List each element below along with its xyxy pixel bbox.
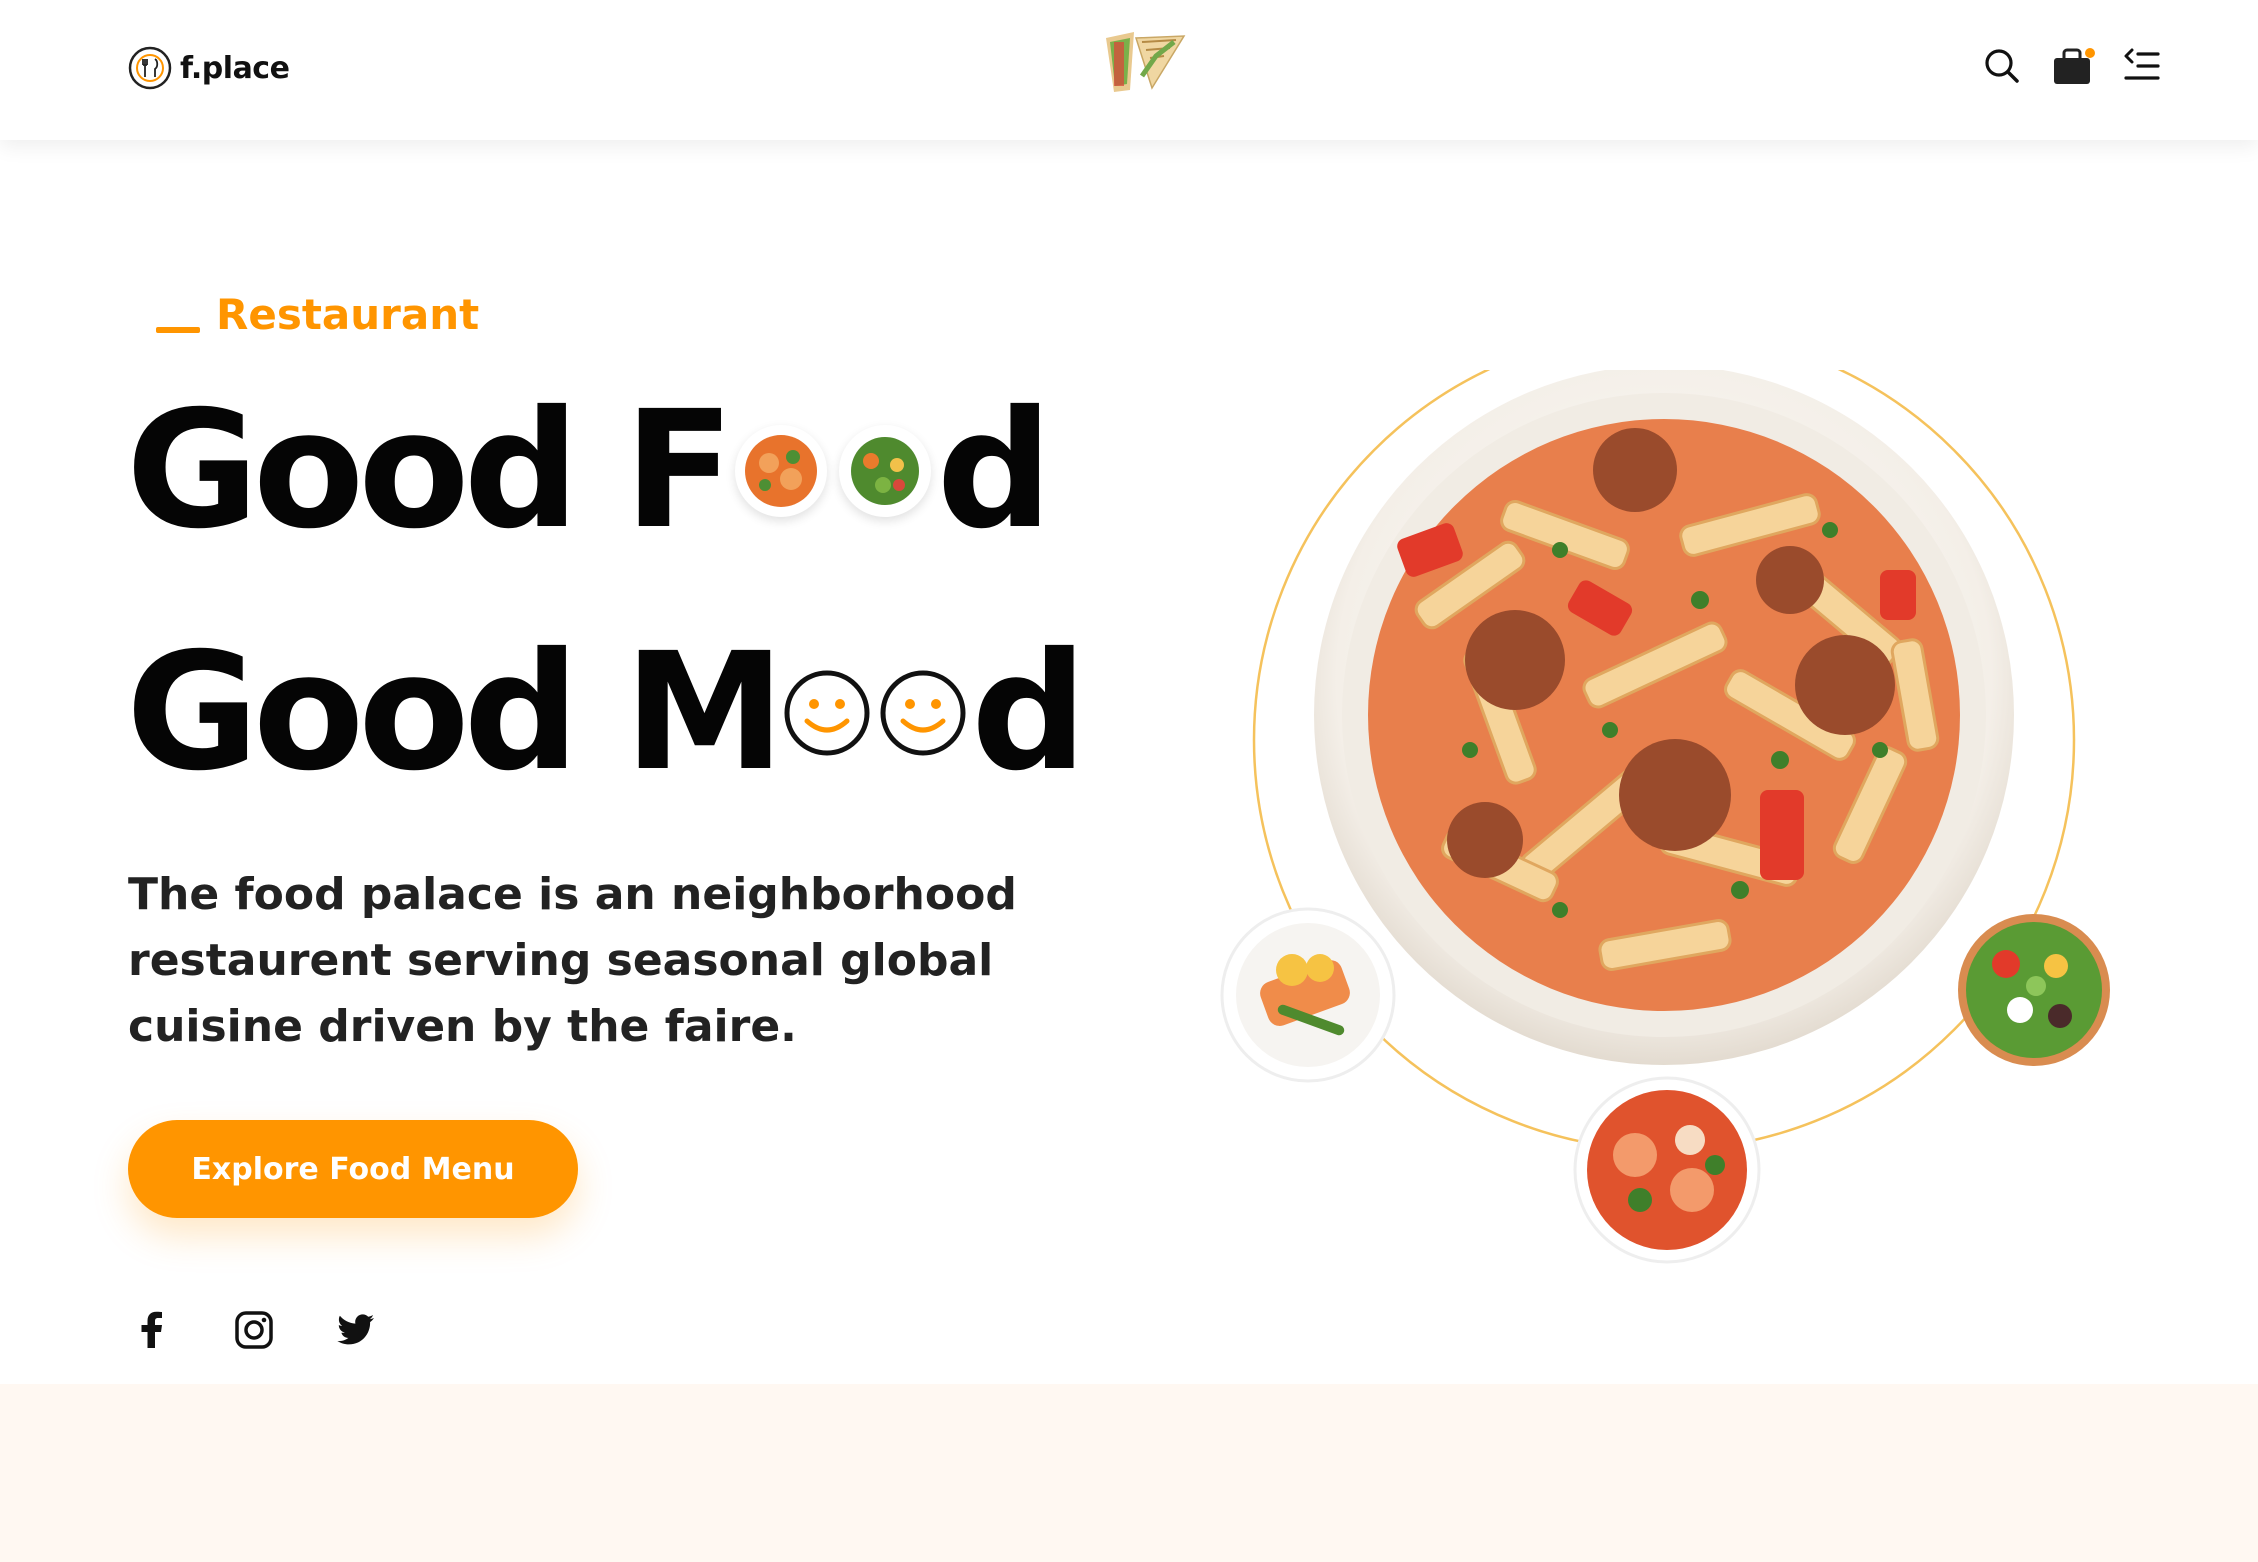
- instagram-icon[interactable]: [232, 1308, 276, 1352]
- smiley-face-icon: [880, 670, 966, 756]
- search-icon[interactable]: [1982, 46, 2022, 86]
- explore-food-menu-button[interactable]: Explore Food Menu: [128, 1120, 578, 1218]
- next-section-band: [0, 1384, 2258, 1562]
- brand-plate-icon: [128, 46, 172, 90]
- headline-line1-text: Good F: [126, 377, 735, 565]
- headline-line2-text: Good M: [126, 619, 785, 807]
- salad-dish-icon: [840, 427, 929, 515]
- twitter-icon[interactable]: [334, 1308, 378, 1352]
- seafood-soup-dish: [1573, 1076, 1761, 1264]
- facebook-icon[interactable]: [130, 1308, 174, 1352]
- headline-good-food: Good F d: [126, 377, 1053, 565]
- menu-icon[interactable]: [2122, 46, 2162, 86]
- social-links: [130, 1308, 378, 1352]
- section-eyebrow: Restaurant: [156, 290, 479, 339]
- cart-notification-dot: [2085, 48, 2095, 58]
- smiley-face-icon: [784, 670, 870, 756]
- brand-name: f.place: [180, 50, 290, 86]
- sandwich-logo-icon[interactable]: [1096, 28, 1190, 98]
- headline-line1-end: d: [936, 377, 1053, 565]
- eyebrow-line: [156, 327, 200, 333]
- brand-logo-link[interactable]: f.place: [128, 46, 290, 90]
- headline-good-mood: Good M d: [126, 619, 1087, 807]
- salad-bowl-dish: [1958, 914, 2110, 1066]
- shrimp-dish-icon: [736, 427, 825, 515]
- headline-line2-end: d: [971, 619, 1087, 807]
- hero-food-illustration: [1220, 370, 2110, 1264]
- salmon-dish: [1220, 907, 1396, 1083]
- top-navbar: f.place: [0, 0, 2258, 140]
- cart-button[interactable]: [2052, 46, 2095, 86]
- eyebrow-label: Restaurant: [216, 290, 480, 339]
- hero-description: The food palace is an neighborhood resta…: [128, 869, 1017, 1052]
- pasta-bowl: [1314, 370, 2014, 1065]
